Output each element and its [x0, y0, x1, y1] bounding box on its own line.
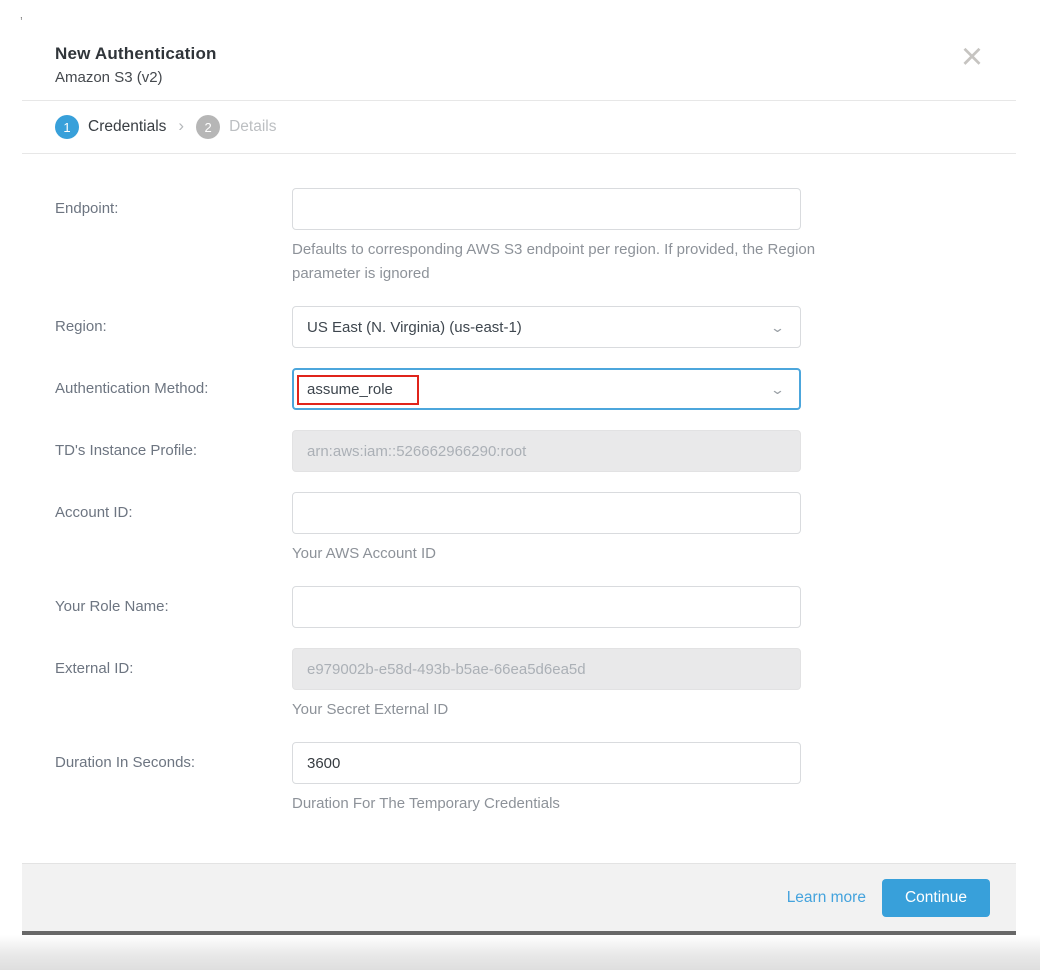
- step-1-label: Credentials: [88, 118, 166, 136]
- instance-profile-input: [292, 430, 801, 472]
- authentication-method-row: Authentication Method: assume_role ⌄: [55, 368, 983, 410]
- account-id-label: Account ID:: [55, 492, 292, 566]
- region-selected-value: US East (N. Virginia) (us-east-1): [307, 319, 522, 336]
- endpoint-input[interactable]: [292, 188, 801, 230]
- role-name-row: Your Role Name:: [55, 586, 983, 628]
- external-id-label: External ID:: [55, 648, 292, 722]
- new-authentication-modal: New Authentication Amazon S3 (v2) × 1 Cr…: [22, 0, 1016, 935]
- instance-profile-label: TD's Instance Profile:: [55, 430, 292, 472]
- page-background-bottom: [0, 935, 1040, 970]
- external-id-row: External ID: Your Secret External ID: [55, 648, 983, 722]
- close-icon[interactable]: ×: [954, 40, 990, 76]
- step-2-label: Details: [229, 118, 276, 136]
- endpoint-helper-text: Defaults to corresponding AWS S3 endpoin…: [292, 238, 832, 286]
- chevron-down-icon: ⌄: [770, 383, 785, 396]
- stepper: 1 Credentials › 2 Details: [22, 101, 1016, 153]
- step-separator-icon: ›: [176, 116, 186, 138]
- duration-label: Duration In Seconds:: [55, 742, 292, 816]
- duration-input[interactable]: [292, 742, 801, 784]
- learn-more-link[interactable]: Learn more: [787, 889, 866, 907]
- authentication-method-select[interactable]: assume_role ⌄: [292, 368, 801, 410]
- modal-header: New Authentication Amazon S3 (v2) ×: [22, 0, 1016, 100]
- region-select[interactable]: US East (N. Virginia) (us-east-1) ⌄: [292, 306, 801, 348]
- account-id-row: Account ID: Your AWS Account ID: [55, 492, 983, 566]
- step-2-badge: 2: [196, 115, 220, 139]
- region-label: Region:: [55, 306, 292, 348]
- instance-profile-row: TD's Instance Profile:: [55, 430, 983, 472]
- account-id-helper-text: Your AWS Account ID: [292, 542, 832, 566]
- authentication-method-selected-value: assume_role: [307, 381, 393, 398]
- modal-subtitle: Amazon S3 (v2): [55, 69, 983, 86]
- authentication-method-label: Authentication Method:: [55, 368, 292, 410]
- external-id-helper-text: Your Secret External ID: [292, 698, 832, 722]
- external-id-input: [292, 648, 801, 690]
- role-name-label: Your Role Name:: [55, 586, 292, 628]
- endpoint-row: Endpoint: Defaults to corresponding AWS …: [55, 188, 983, 286]
- duration-row: Duration In Seconds: Duration For The Te…: [55, 742, 983, 816]
- step-credentials[interactable]: 1 Credentials: [55, 115, 166, 139]
- duration-helper-text: Duration For The Temporary Credentials: [292, 792, 832, 816]
- step-details: 2 Details: [196, 115, 276, 139]
- modal-footer: Learn more Continue: [22, 863, 1016, 931]
- role-name-input[interactable]: [292, 586, 801, 628]
- endpoint-label: Endpoint:: [55, 188, 292, 286]
- credentials-form: Endpoint: Defaults to corresponding AWS …: [22, 154, 1016, 863]
- modal-title: New Authentication: [55, 44, 983, 64]
- step-1-badge: 1: [55, 115, 79, 139]
- chevron-down-icon: ⌄: [770, 321, 785, 334]
- continue-button[interactable]: Continue: [882, 879, 990, 917]
- account-id-input[interactable]: [292, 492, 801, 534]
- region-row: Region: US East (N. Virginia) (us-east-1…: [55, 306, 983, 348]
